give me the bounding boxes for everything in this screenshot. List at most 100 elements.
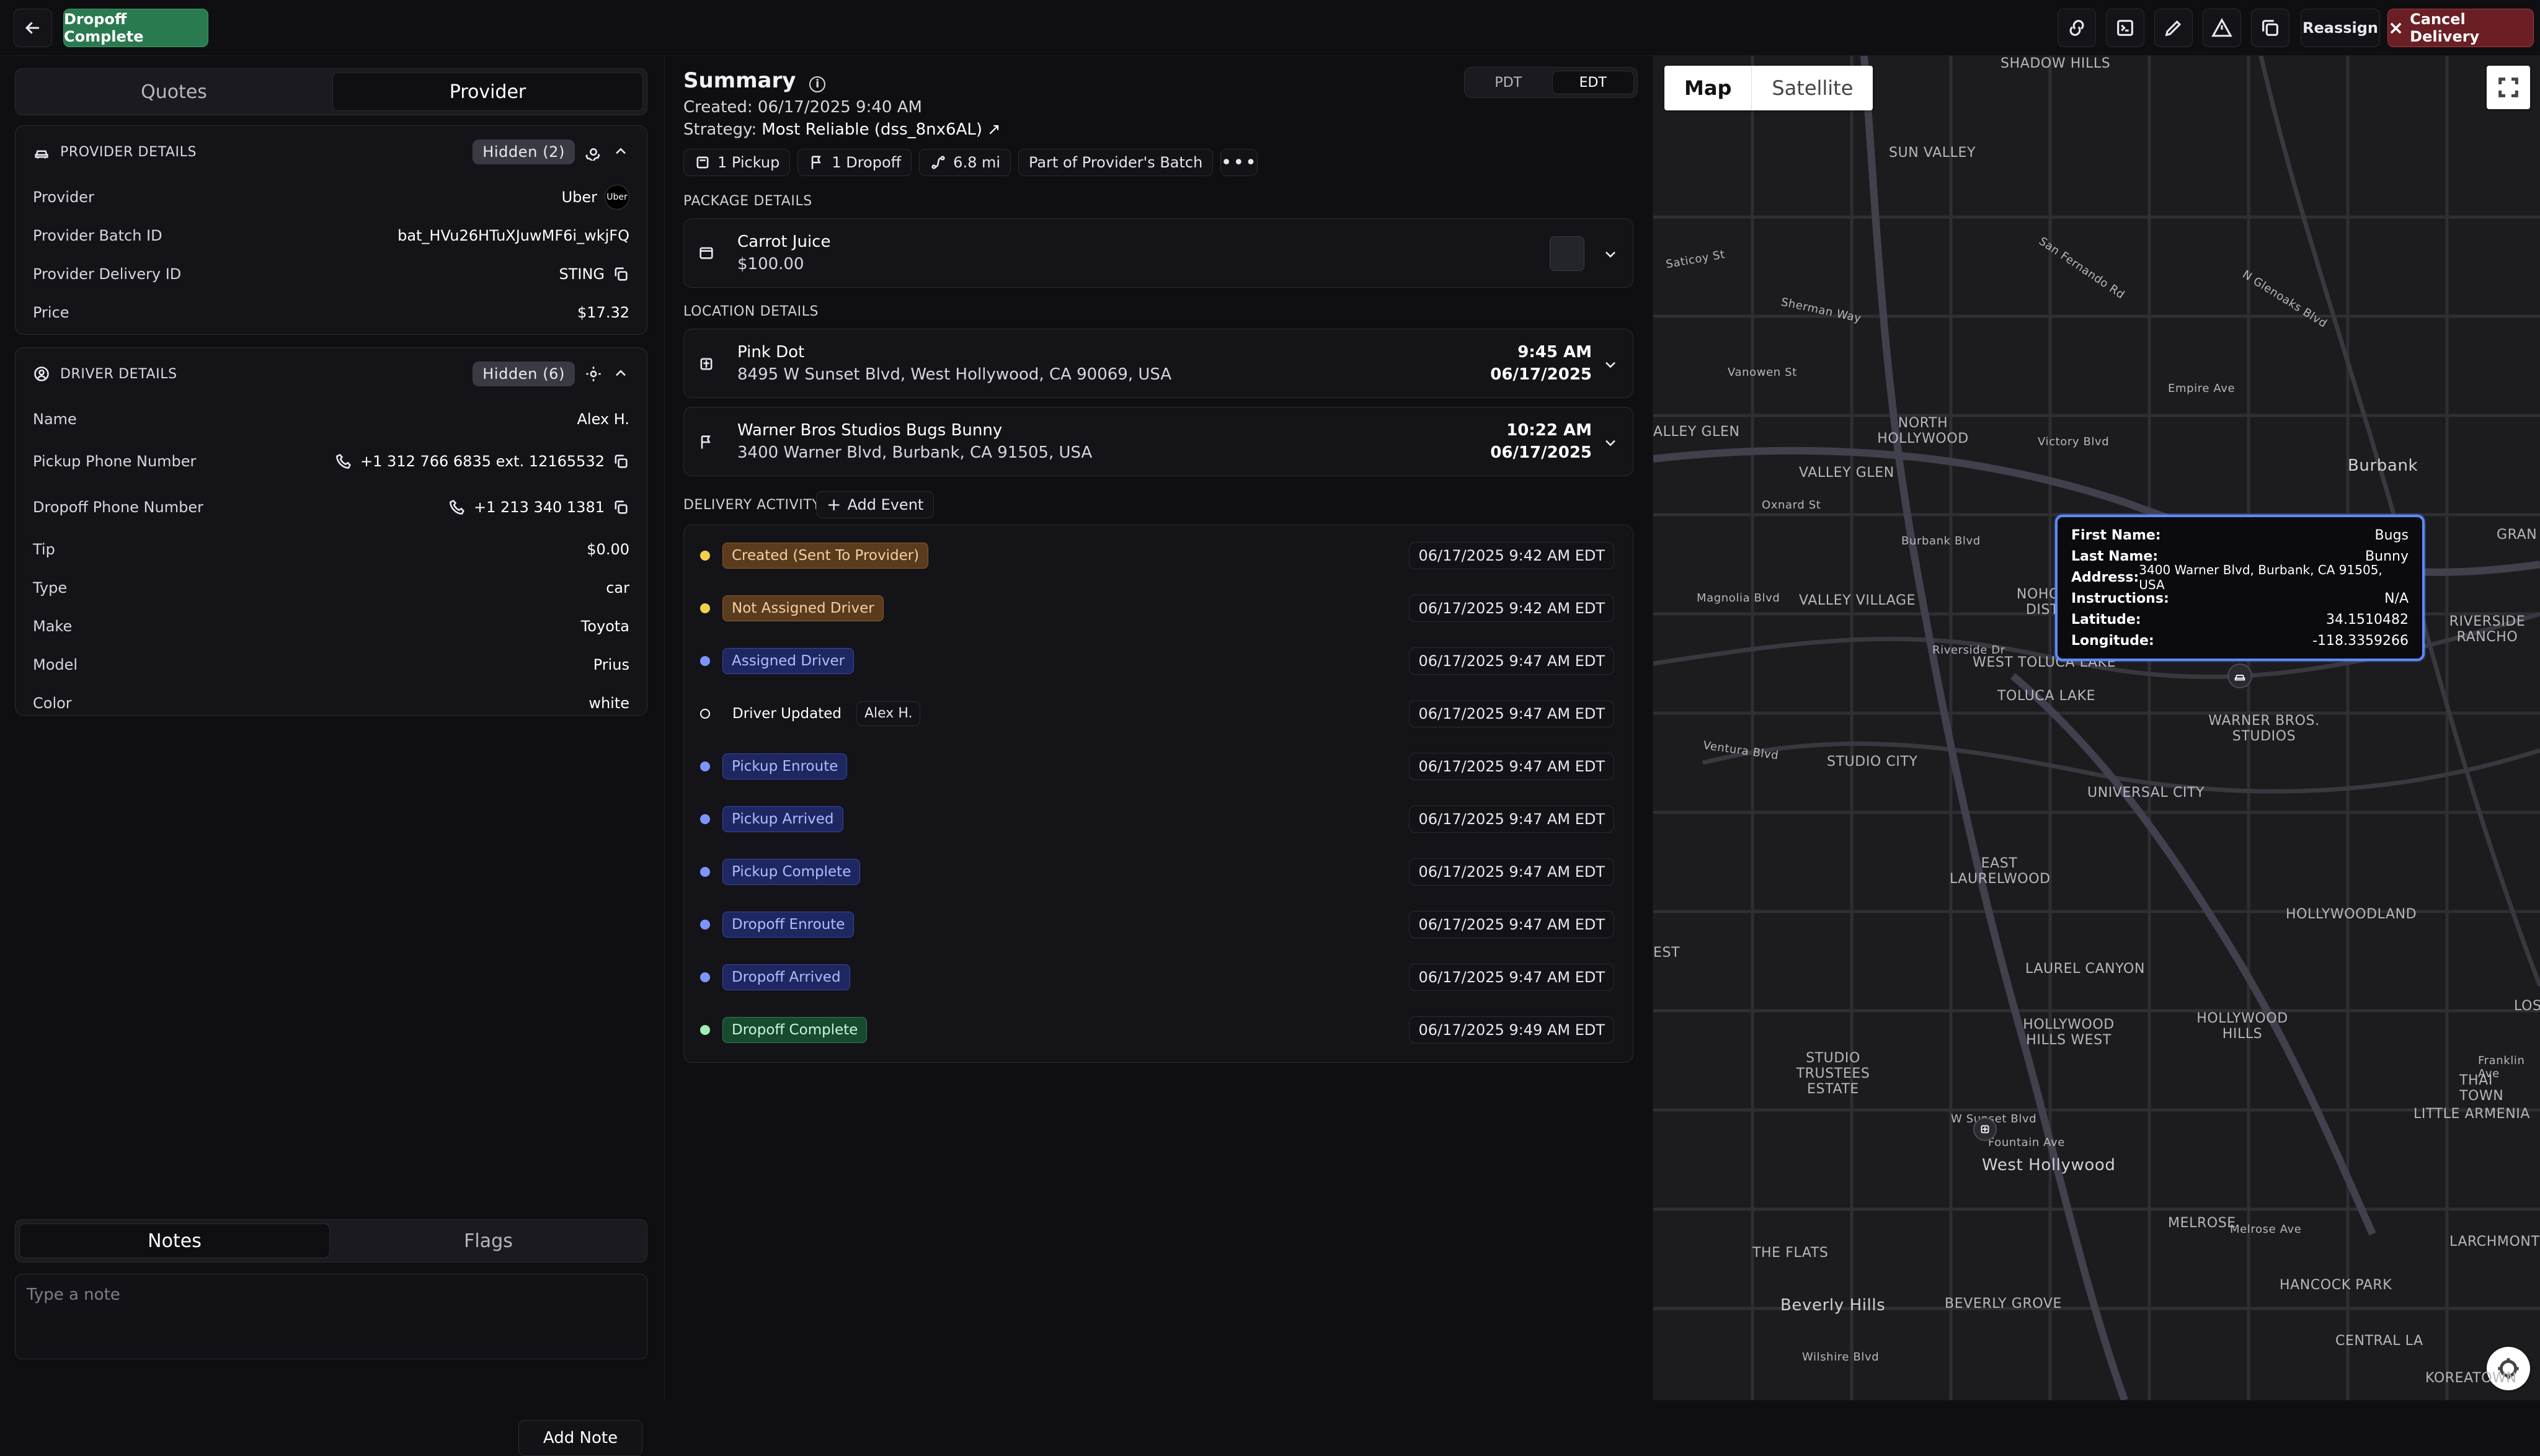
activity-dot [700,761,710,771]
driver-name-value: Alex H. [577,411,629,428]
external-link-icon[interactable]: ↗ [987,120,1001,139]
activity-timestamp: 06/17/2025 9:47 AM EDT [1409,647,1614,675]
left-tabs: Quotes Provider [15,68,647,115]
gear-icon[interactable] [585,143,602,161]
map-label: UNIVERSAL CITY [2087,785,2205,801]
chevron-down-icon[interactable] [1602,433,1619,451]
pickup-box-icon [700,358,713,370]
tooltip-row: Address: 3400 Warner Blvd, Burbank, CA 9… [2071,562,2409,592]
chevron-down-icon[interactable] [1602,245,1619,262]
dropoff-marker[interactable] [2227,664,2252,688]
provider-details-title: PROVIDER DETAILS [60,144,197,160]
activity-timestamp: 06/17/2025 9:42 AM EDT [1409,594,1614,622]
copy-link-button[interactable] [2058,9,2096,47]
activity-dot [700,972,710,982]
add-event-button[interactable]: + Add Event [816,491,935,518]
chevron-down-icon[interactable] [1602,355,1619,373]
link-icon [2069,20,2084,36]
terminal-button[interactable] [2106,9,2144,47]
plus-icon: + [827,494,841,515]
driver-name-chip: Alex H. [856,701,921,726]
activity-tag: Not Assigned Driver [722,595,884,621]
batch-text: Part of Provider's Batch [1029,154,1203,171]
map-label: KOREATOWN [2425,1370,2517,1386]
package-details-label: PACKAGE DETAILS [683,193,812,209]
make-value: Toyota [580,618,629,635]
gear-icon[interactable] [585,365,602,383]
note-input[interactable] [15,1274,647,1359]
activity-tag: Pickup Enroute [722,753,848,779]
map-tab-map[interactable]: Map [1664,66,1751,110]
left-panel: Quotes Provider PROVIDER DETAILS Hidden … [0,56,665,1456]
back-button[interactable] [14,9,52,47]
provider-batch-label: Provider Batch ID [33,227,162,244]
driver-hidden-badge[interactable]: Hidden (6) [473,362,575,386]
tooltip-row: First Name: Bugs [2071,525,2409,546]
model-value: Prius [593,656,629,673]
cancel-delivery-button[interactable]: × Cancel Delivery [2387,9,2534,47]
provider-hidden-badge[interactable]: Hidden (2) [473,140,575,164]
driver-details-header: DRIVER DETAILS Hidden (6) [16,348,647,400]
activity-timestamp: 06/17/2025 9:47 AM EDT [1409,752,1614,780]
activity-timestamp: 06/17/2025 9:47 AM EDT [1409,963,1614,991]
copy-icon[interactable] [612,453,629,470]
distance-text: 6.8 mi [953,154,1001,171]
pickup-address: 8495 W Sunset Blvd, West Hollywood, CA 9… [737,365,1172,384]
tab-provider[interactable]: Provider [332,73,643,111]
tab-quotes[interactable]: Quotes [19,73,329,111]
info-icon[interactable]: i [809,76,826,92]
provider-row-value: Uber Uber [562,185,629,210]
more-button[interactable]: ••• [1220,149,1258,176]
pickup-marker[interactable] [1973,1117,1997,1141]
tab-flags[interactable]: Flags [334,1223,643,1258]
tooltip-row: Instructions: N/A [2071,588,2409,609]
activity-text: Driver Updated [732,705,841,722]
chevron-up-icon[interactable] [612,365,629,383]
tz-pdt[interactable]: PDT [1468,71,1549,94]
edit-button[interactable] [2154,9,2193,47]
activity-tag: Pickup Complete [722,858,861,885]
activity-tag: Dropoff Complete [722,1016,868,1043]
street-label: Empire Ave [2168,382,2236,395]
type-row: Type car [16,569,647,607]
add-note-button[interactable]: Add Note [518,1420,642,1456]
pickup-phone-text[interactable]: +1 312 766 6835 ext. 12165532 [360,453,605,470]
color-row: Color white [16,684,647,722]
map-tooltip: First Name: Bugs Last Name: Bunny Addres… [2055,515,2425,661]
price-value: $17.32 [577,304,629,321]
arrow-left-icon [25,22,39,34]
street-label: Oxnard St [1762,499,1821,512]
fullscreen-button[interactable] [2487,66,2530,109]
activity-dot [700,655,710,666]
copy-icon[interactable] [612,265,629,283]
map-label: SUN VALLEY [1889,145,1976,161]
map-label: RIVERSIDE RANCHO [2449,614,2526,645]
map-tab-satellite-label: Satellite [1772,76,1854,100]
duplicate-button[interactable] [2251,9,2289,47]
pickup-phone-value: +1 312 766 6835 ext. 12165532 [335,453,629,470]
warning-button[interactable] [2203,9,2241,47]
strategy-link[interactable]: Most Reliable (dss_8nx6AL) [762,120,982,139]
pickup-count-chip: 1 Pickup [683,149,791,176]
dropoff-phone-text[interactable]: +1 213 340 1381 [474,499,605,516]
map-panel[interactable]: Map Satellite SHADOW HILLS SUN VALLEY Bu… [1653,56,2540,1400]
activity-card: Created (Sent To Provider) 06/17/2025 9:… [683,525,1633,1063]
barcode-icon [1550,236,1584,271]
map-tab-satellite[interactable]: Satellite [1751,66,1873,110]
tab-notes[interactable]: Notes [19,1223,330,1258]
tz-edt[interactable]: EDT [1552,71,1634,94]
chevron-up-icon[interactable] [612,143,629,161]
tab-provider-label: Provider [449,81,526,103]
activity-row: Driver Updated Alex H. 06/17/2025 9:47 A… [684,687,1634,740]
copy-icon[interactable] [612,499,629,516]
provider-batch-row: Provider Batch ID bat_HVu26HTuXJuwMF6i_w… [16,216,647,255]
dropoff-date: 06/17/2025 [1490,443,1592,462]
reassign-button[interactable]: Reassign [2301,9,2380,47]
pickup-marker-icon [1981,1125,1989,1134]
map-label: LITTLE ARMENIA [2413,1106,2530,1122]
street-label: Fountain Ave [1988,1136,2065,1149]
tooltip-key: Address: [2071,569,2139,585]
tip-label: Tip [33,541,55,558]
car-marker-icon [2234,675,2245,681]
dropoff-count-text: 1 Dropoff [832,154,902,171]
